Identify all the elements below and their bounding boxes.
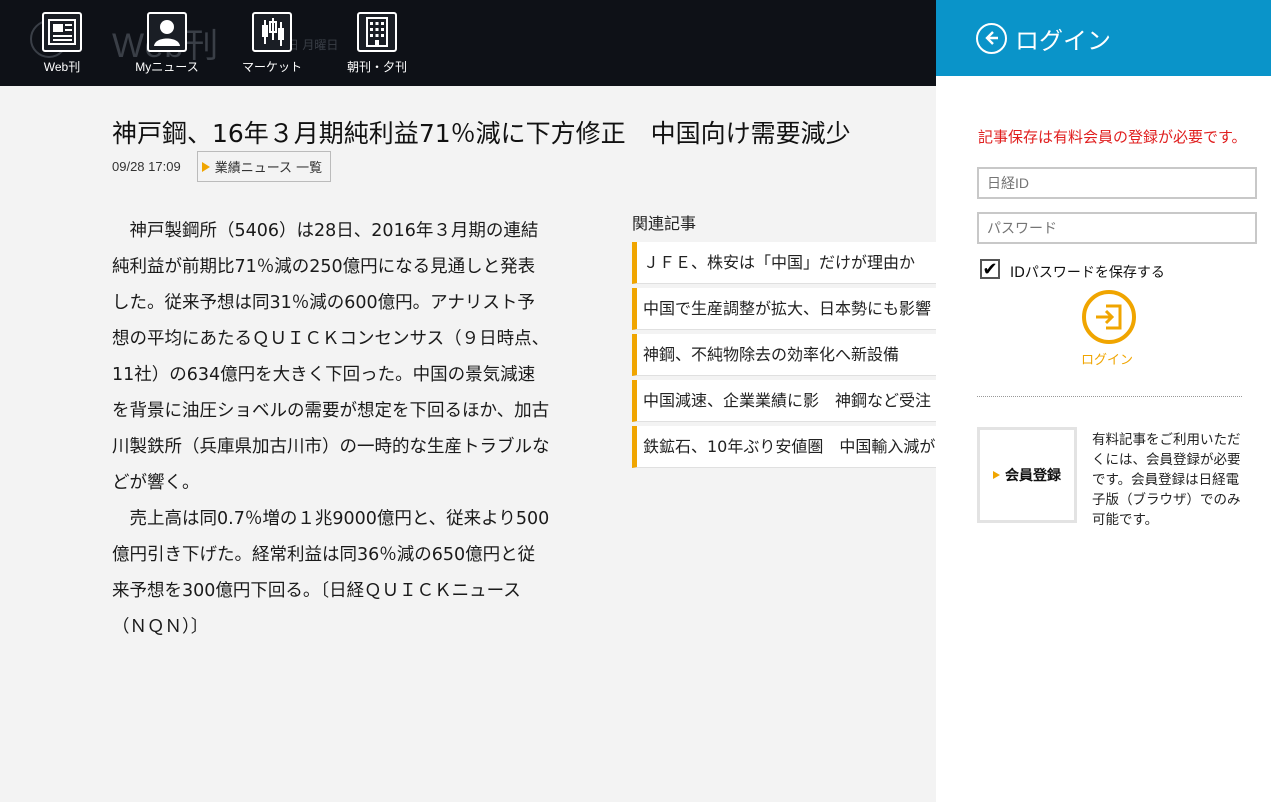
save-credentials-label: IDパスワードを保存する (1010, 265, 1165, 281)
play-triangle-icon (201, 161, 210, 172)
back-arrow-button[interactable] (976, 22, 1007, 54)
app-bar: Web刊 9月28日 月曜日 Web刊 Myニュース マーケット 朝刊・夕刊 (0, 0, 936, 86)
sign-in-icon (1096, 304, 1122, 330)
save-credentials-checkbox[interactable]: ✔ (980, 259, 1000, 280)
login-button[interactable] (1082, 290, 1136, 344)
nav-market-button[interactable]: マーケット (232, 12, 312, 75)
login-panel-title: ログイン (1015, 26, 1111, 55)
building-icon (357, 12, 397, 52)
member-info-text: 有料記事をご利用いただくには、会員登録が必要です。会員登録は日経電子版（ブラウザ… (1092, 432, 1241, 528)
login-panel-header: ログイン (936, 0, 1271, 76)
article-timestamp: 09/28 17:09 (112, 159, 181, 174)
member-register-button[interactable]: 会員登録 (977, 427, 1077, 523)
article-headline: 神戸鋼、16年３月期純利益71％減に下方修正 中国向け需要減少 (112, 119, 851, 148)
back-arrow-icon (984, 31, 998, 45)
person-icon (147, 12, 187, 52)
nav-my-news-button[interactable]: Myニュース (127, 12, 207, 75)
divider (977, 396, 1242, 397)
nav-web-kan-button[interactable]: Web刊 (22, 12, 102, 75)
login-button-label: ログイン (1081, 352, 1134, 367)
nav-label: Web刊 (43, 60, 81, 74)
related-item[interactable]: ＪＦＥ、株安は「中国」だけが理由か (632, 242, 936, 284)
nav-morning-evening-button[interactable]: 朝刊・夕刊 (337, 12, 417, 75)
related-item[interactable]: 鉄鉱石、10年ぶり安値圏 中国輸入減が響 (632, 426, 962, 468)
related-item[interactable]: 中国減速、企業業績に影 神鋼など受注 (632, 380, 936, 422)
nav-label: 朝刊・夕刊 (346, 60, 407, 74)
related-item[interactable]: 神鋼、不純物除去の効率化へ新設備 (632, 334, 936, 376)
related-articles: 関連記事 ＪＦＥ、株安は「中国」だけが理由か 中国で生産調整が拡大、日本勢にも影… (632, 210, 962, 472)
article-meta: 09/28 17:09 業績ニュース 一覧 (112, 151, 332, 182)
nikkei-id-input[interactable] (977, 167, 1257, 199)
related-item[interactable]: 中国で生産調整が拡大、日本勢にも影響 (632, 288, 936, 330)
nav-label: Myニュース (135, 60, 199, 74)
candlestick-chart-icon (252, 12, 292, 52)
newspaper-icon (42, 12, 82, 52)
password-input[interactable] (977, 212, 1257, 244)
play-triangle-icon (993, 471, 1000, 479)
related-heading: 関連記事 (632, 214, 697, 233)
article-body: 神戸製鋼所（5406）は28日、2016年３月期の連結純利益が前期比71％減の2… (112, 213, 552, 645)
save-credentials-row: ✔ IDパスワードを保存する (980, 256, 1165, 282)
list-button-label: 業績ニュース 一覧 (214, 161, 323, 176)
article-paragraph: 神戸製鋼所（5406）は28日、2016年３月期の連結純利益が前期比71％減の2… (112, 221, 550, 493)
save-warning-text: 記事保存は有料会員の登録が必要です。 (978, 128, 1247, 146)
earnings-news-list-button[interactable]: 業績ニュース 一覧 (196, 151, 332, 182)
login-panel: ログイン 記事保存は有料会員の登録が必要です。 ✔ IDパスワードを保存する ロ… (936, 0, 1271, 802)
member-register-label: 会員登録 (1005, 468, 1061, 484)
nav-label: マーケット (241, 60, 302, 74)
article-paragraph: 売上高は同0.7％増の１兆9000億円と、従来より500億円引き下げた。経常利益… (112, 509, 550, 637)
